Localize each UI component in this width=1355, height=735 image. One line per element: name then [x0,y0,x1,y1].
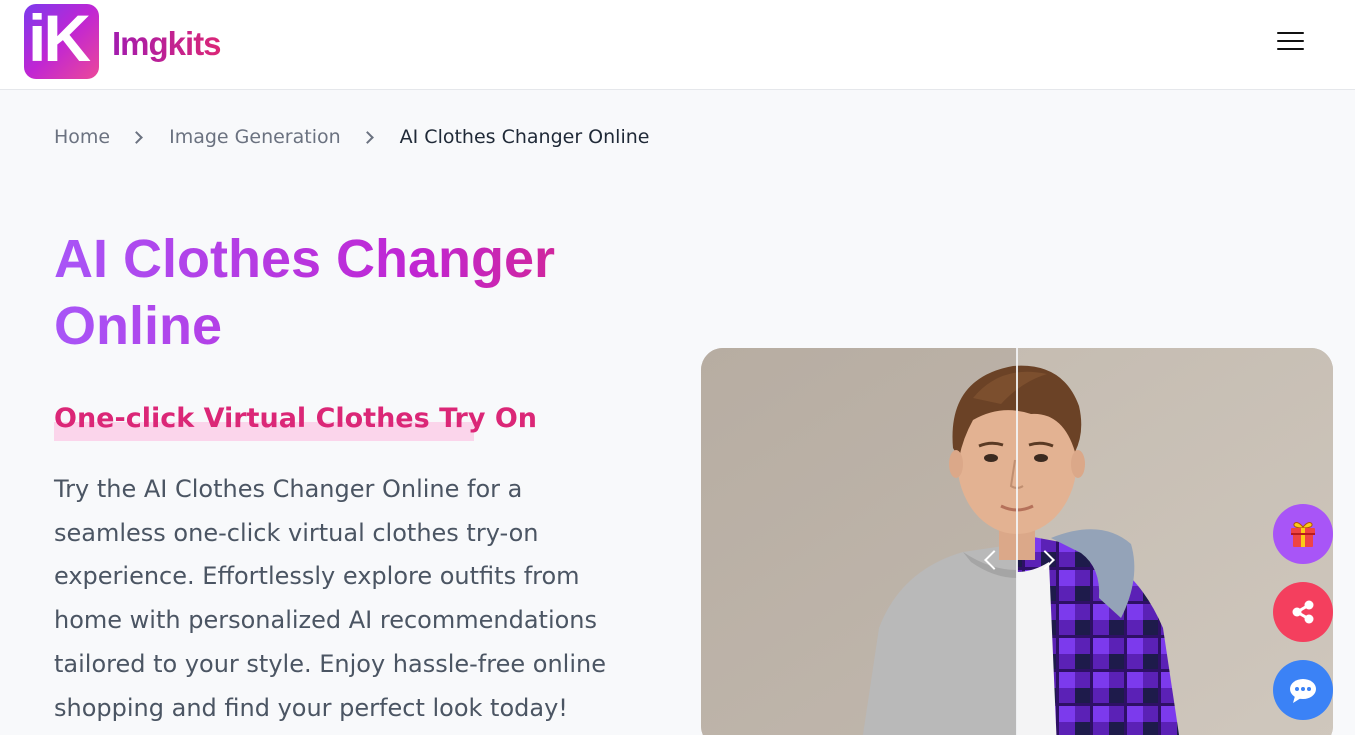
brand-name[interactable]: Imgkits [112,24,222,64]
share-button[interactable] [1273,582,1333,642]
breadcrumb: Home Image Generation AI Clothes Changer… [54,124,649,150]
breadcrumb-home[interactable]: Home [54,126,110,148]
chat-button[interactable] [1273,660,1333,720]
breadcrumb-current: AI Clothes Changer Online [399,126,650,148]
gift-button[interactable] [1273,504,1333,564]
share-icon [1292,600,1314,624]
logo[interactable]: iK [24,4,99,79]
chat-icon [1290,679,1316,703]
subtitle: One-click Virtual Clothes Try On [54,403,538,434]
page-title: AI Clothes Changer Online [54,226,654,360]
hamburger-menu-icon[interactable] [1274,28,1308,54]
chevron-right-icon [360,130,374,144]
breadcrumb-image-generation[interactable]: Image Generation [169,126,341,148]
comparison-divider[interactable] [1016,348,1018,735]
subtitle-block: One-click Virtual Clothes Try On [54,400,538,441]
chevron-right-icon [130,130,143,144]
site-header: iK Imgkits [0,0,1355,90]
logo-letters: iK [28,4,91,75]
hero-description: Try the AI Clothes Changer Online for a … [54,475,606,722]
gift-icon [1291,522,1315,547]
before-after-comparison[interactable] [701,348,1333,735]
